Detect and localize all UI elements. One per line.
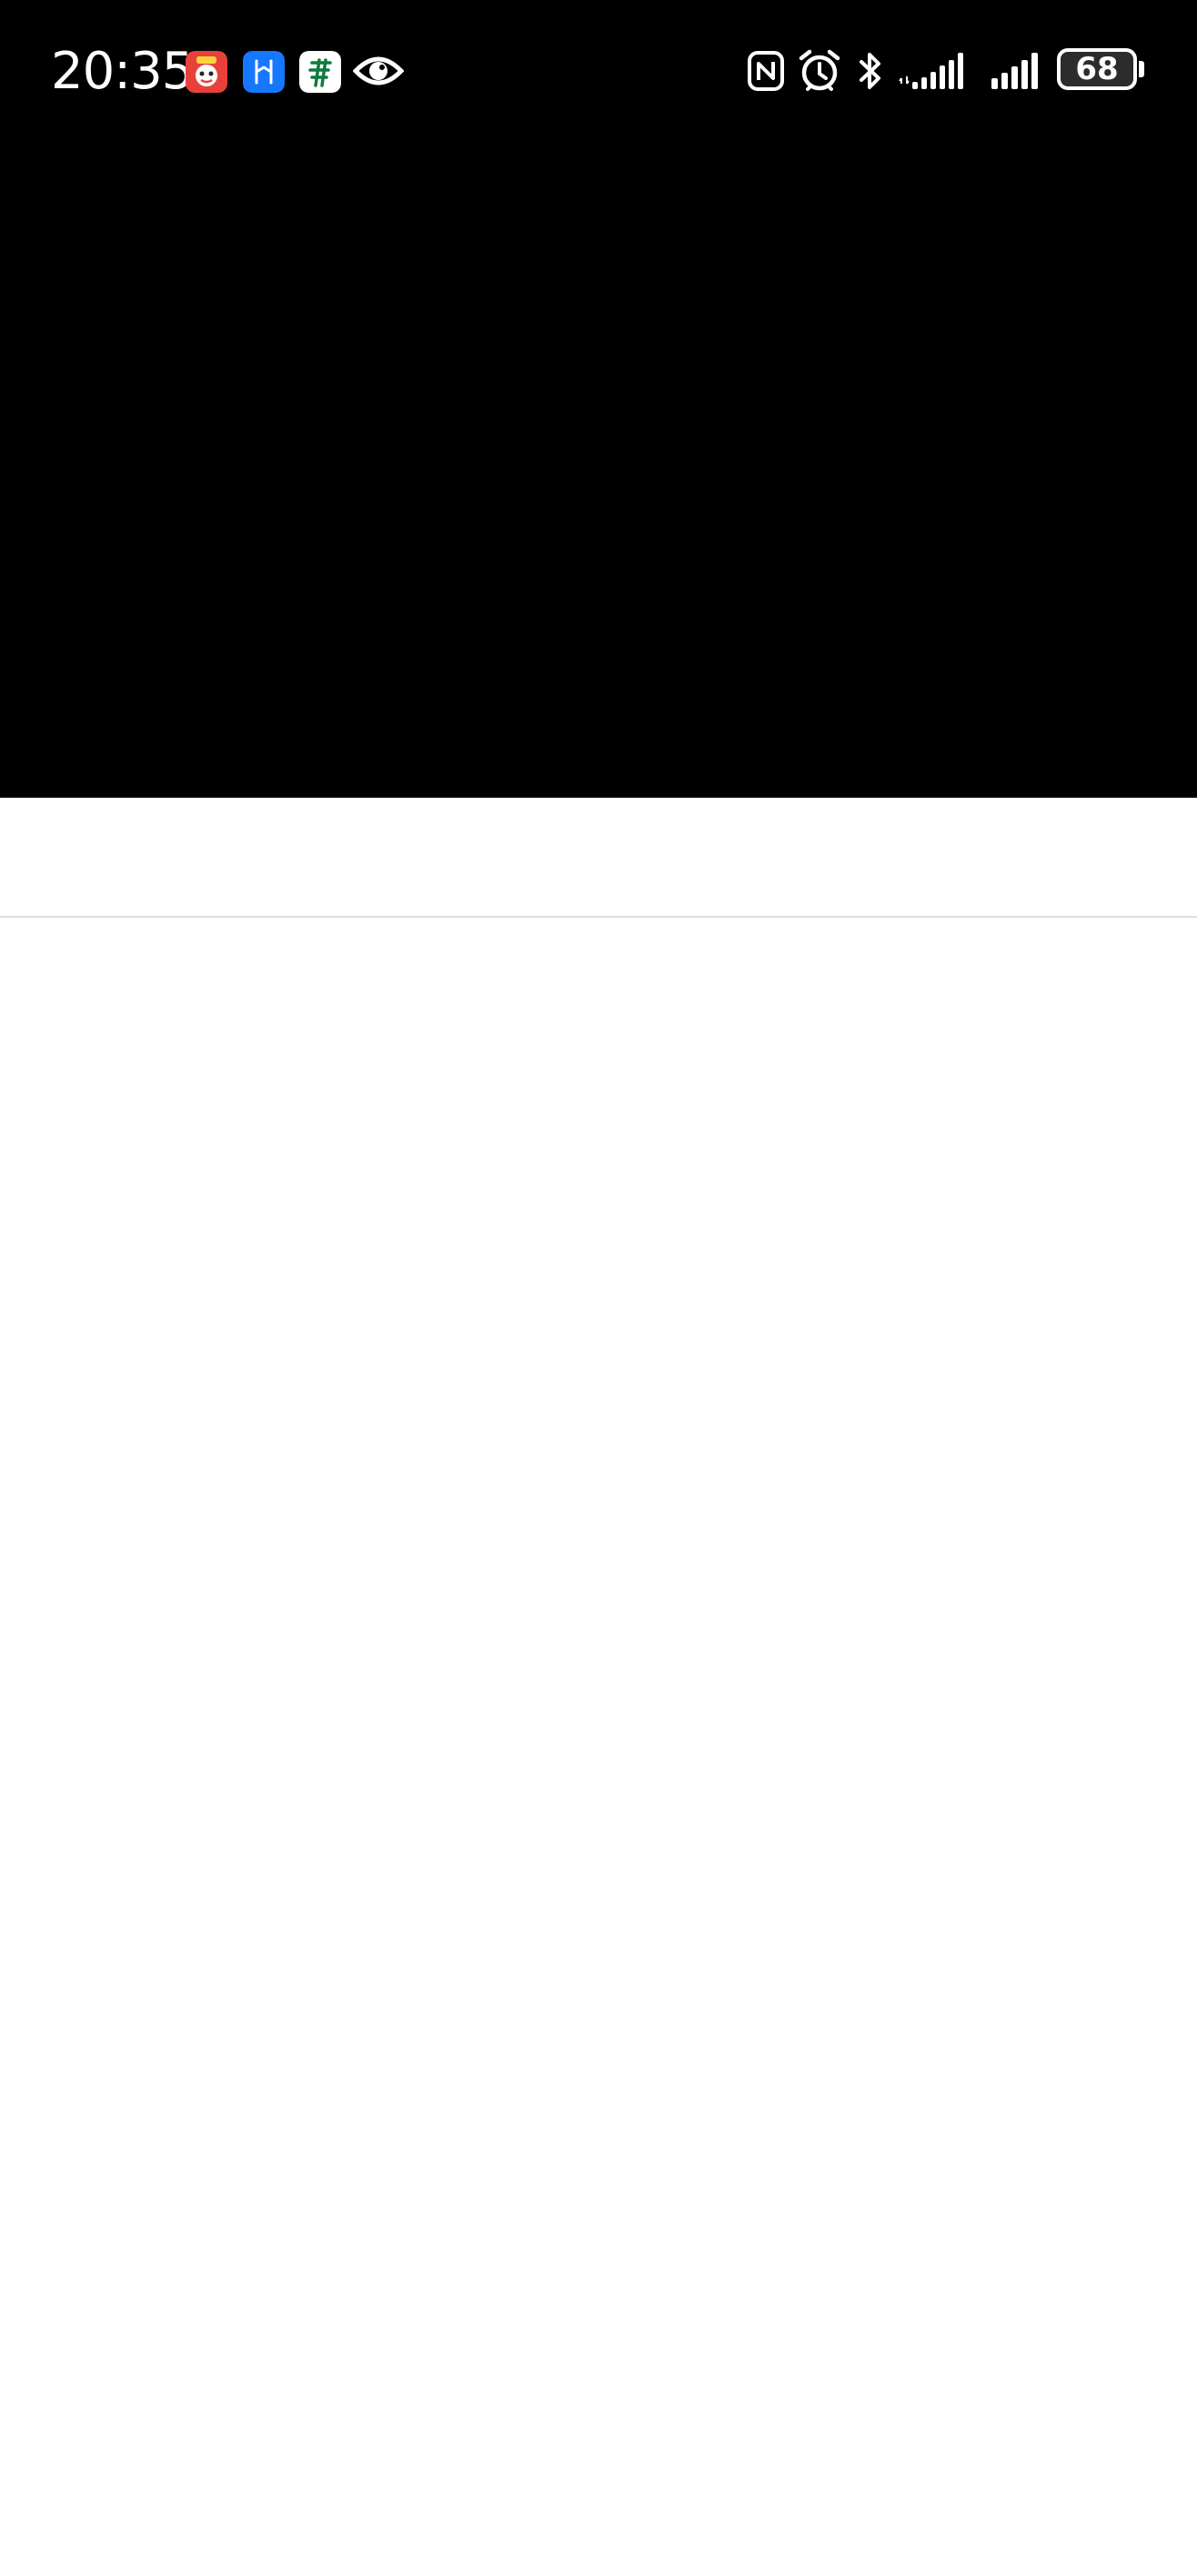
post-bank-app-icon [299,51,341,93]
cellular-signal-2-icon [990,51,1041,96]
blue-h-app-icon [243,51,285,93]
bluetooth-icon [857,49,884,97]
shopping-app-icon [186,51,227,93]
alarm-icon [799,49,840,97]
blank-header [0,798,1197,917]
eye-icon [352,53,405,94]
phone-screen: 20:35 68 [0,0,1197,2576]
battery-tip [1139,61,1144,77]
blank-content-area [0,918,1197,2576]
nfc-icon [748,51,784,96]
battery-icon: 68 [1057,48,1137,90]
battery-level: 68 [1075,51,1119,87]
status-time: 20:35 [51,42,194,101]
cellular-signal-1-icon [899,51,968,96]
status-bar: 20:35 68 [0,0,1197,146]
